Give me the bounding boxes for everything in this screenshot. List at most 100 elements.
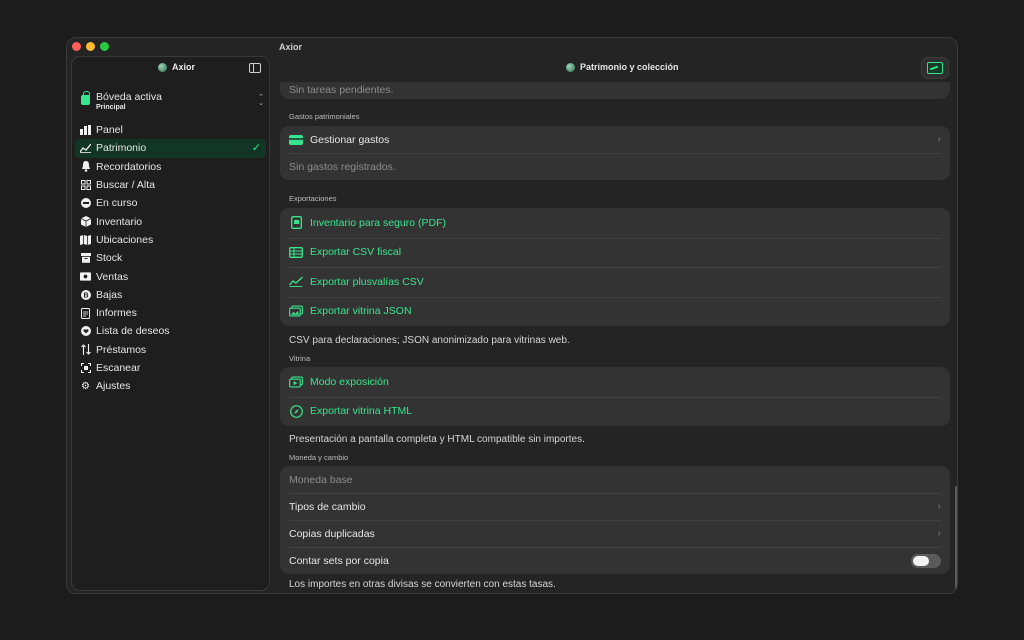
sidebar-item-informes[interactable]: Informes <box>72 304 269 322</box>
cube-icon <box>80 216 91 228</box>
vault-selector[interactable]: Bóveda activa Principal ⌃ ⌄ <box>81 91 264 113</box>
insurance-document-icon <box>289 216 303 230</box>
expenses-header: Gastos patrimoniales <box>289 112 360 121</box>
trend-line-icon <box>80 143 91 154</box>
exports-header: Exportaciones <box>289 194 337 203</box>
svg-text:B: B <box>83 292 88 299</box>
sidebar-item-label: Informes <box>96 307 137 320</box>
export-capital-gains-row[interactable]: Exportar plusvalías CSV <box>280 267 950 297</box>
export-csv-fiscal-row[interactable]: Exportar CSV fiscal <box>280 237 950 268</box>
title-bar: Axior <box>67 38 957 56</box>
showcase-header: Vitrina <box>289 354 311 363</box>
sidebar-item-label: Inventario <box>96 215 143 228</box>
expenses-empty-text: Sin gastos registrados. <box>289 160 396 173</box>
showcase-footnote: Presentación a pantalla completa y HTML … <box>289 434 585 445</box>
count-sets-label: Contar sets por copia <box>289 554 389 567</box>
sidebar-item-prestamos[interactable]: Préstamos <box>72 341 269 359</box>
credit-card-icon <box>289 134 303 146</box>
minimize-window-button[interactable] <box>86 42 95 51</box>
pending-text: Sin tareas pendientes. <box>289 83 394 96</box>
exports-footnote: CSV para declaraciones; JSON anonimizado… <box>289 335 570 346</box>
sidebar-item-stock[interactable]: Stock <box>72 249 269 267</box>
play-rectangle-icon <box>289 376 303 388</box>
export-showcase-json-row[interactable]: Exportar vitrina JSON <box>280 296 950 327</box>
exhibition-mode-row[interactable]: Modo exposición <box>280 367 950 397</box>
expenses-empty-row: Sin gastos registrados. <box>280 153 950 180</box>
count-sets-row: Contar sets por copia <box>280 547 950 574</box>
sidebar-item-panel[interactable]: Panel <box>72 121 269 139</box>
globe-icon <box>158 62 167 72</box>
export-showcase-html-row[interactable]: Exportar vitrina HTML <box>280 396 950 427</box>
vertical-scrollbar[interactable] <box>955 486 957 590</box>
chevron-up-down-icon: ⌃ ⌄ <box>258 94 264 107</box>
sidebar-item-label: Préstamos <box>96 343 147 356</box>
checkmark-icon: ✓ <box>251 142 261 155</box>
sidebar-item-escanear[interactable]: Escanear <box>72 359 269 377</box>
currency-footnote: Los importes en otras divisas se convier… <box>289 579 556 590</box>
grid-icon <box>80 180 91 191</box>
zoom-window-button[interactable] <box>100 42 109 51</box>
window-title: Axior <box>279 42 303 52</box>
sidebar-nav: Panel Patrimonio ✓ Recordatorios Buscar <box>72 121 269 395</box>
export-showcase-json-label: Exportar vitrina JSON <box>310 305 412 318</box>
exchange-rates-row[interactable]: Tipos de cambio › <box>280 493 950 520</box>
bell-icon <box>80 161 91 173</box>
base-currency-label: Moneda base <box>289 473 353 486</box>
sidebar-item-ubicaciones[interactable]: Ubicaciones <box>72 231 269 249</box>
duplicate-copies-row[interactable]: Copias duplicadas › <box>280 520 950 547</box>
pending-row: Sin tareas pendientes. <box>280 82 950 99</box>
sidebar-header: Axior <box>72 57 269 81</box>
photo-landscape-icon <box>927 62 943 74</box>
sidebar-toggle-icon[interactable] <box>249 63 261 73</box>
sidebar-item-buscar-alta[interactable]: Buscar / Alta <box>72 176 269 194</box>
swap-arrows-icon <box>80 344 91 356</box>
sidebar-item-label: En curso <box>96 197 138 210</box>
archive-box-icon <box>80 253 91 264</box>
chevron-right-icon: › <box>937 134 941 145</box>
sidebar-brand: Axior <box>158 62 195 72</box>
close-window-button[interactable] <box>72 42 81 51</box>
export-csv-fiscal-label: Exportar CSV fiscal <box>310 246 402 259</box>
sidebar-item-label: Ajustes <box>96 380 131 393</box>
sidebar-item-label: Stock <box>96 252 123 265</box>
sidebar-item-label: Ventas <box>96 270 129 283</box>
base-currency-row[interactable]: Moneda base <box>280 466 950 493</box>
scan-icon <box>80 363 91 374</box>
sidebar: Axior Bóveda activa Principal ⌃ ⌄ Panel P… <box>71 56 270 591</box>
count-sets-toggle[interactable] <box>911 554 941 568</box>
sidebar-item-patrimonio[interactable]: Patrimonio ✓ <box>75 139 266 158</box>
lock-icon <box>81 91 90 105</box>
sidebar-item-ventas[interactable]: Ventas <box>72 267 269 285</box>
sidebar-item-ajustes[interactable]: ⚙ Ajustes <box>72 377 269 395</box>
map-icon <box>80 234 91 245</box>
manage-expenses-label: Gestionar gastos <box>310 133 390 146</box>
pending-card: Sin tareas pendientes. <box>280 82 950 99</box>
sidebar-item-inventario[interactable]: Inventario <box>72 212 269 230</box>
sidebar-item-label: Buscar / Alta <box>96 179 155 192</box>
showcase-image-button[interactable] <box>921 57 949 79</box>
sidebar-item-bajas[interactable]: B Bajas <box>72 286 269 304</box>
minus-circle-icon: B <box>80 289 91 300</box>
manage-expenses-row[interactable]: Gestionar gastos › <box>280 126 950 153</box>
duplicate-copies-label: Copias duplicadas <box>289 527 375 540</box>
trend-line-icon <box>289 276 303 288</box>
cash-icon <box>80 271 91 282</box>
brand-name: Axior <box>172 62 196 72</box>
sidebar-item-recordatorios[interactable]: Recordatorios <box>72 158 269 176</box>
main-pane: Patrimonio y colección Sin tareas pendie… <box>272 56 957 593</box>
heart-icon <box>80 326 91 337</box>
export-insurance-pdf-row[interactable]: Inventario para seguro (PDF) <box>280 208 950 238</box>
sidebar-item-label: Ubicaciones <box>96 233 154 246</box>
scroll-content[interactable]: Sin tareas pendientes. Gastos patrimonia… <box>280 82 950 591</box>
export-insurance-pdf-label: Inventario para seguro (PDF) <box>310 216 446 229</box>
sidebar-item-lista-de-deseos[interactable]: Lista de deseos <box>72 322 269 340</box>
sidebar-item-en-curso[interactable]: En curso <box>72 194 269 212</box>
export-capital-gains-label: Exportar plusvalías CSV <box>310 275 424 288</box>
sidebar-item-label: Lista de deseos <box>96 325 170 338</box>
export-showcase-html-label: Exportar vitrina HTML <box>310 405 413 418</box>
table-icon <box>289 246 303 258</box>
gear-icon: ⚙ <box>81 380 90 392</box>
exchange-rates-label: Tipos de cambio <box>289 500 366 513</box>
exhibition-mode-label: Modo exposición <box>310 375 389 388</box>
page-title: Patrimonio y colección <box>580 62 679 72</box>
